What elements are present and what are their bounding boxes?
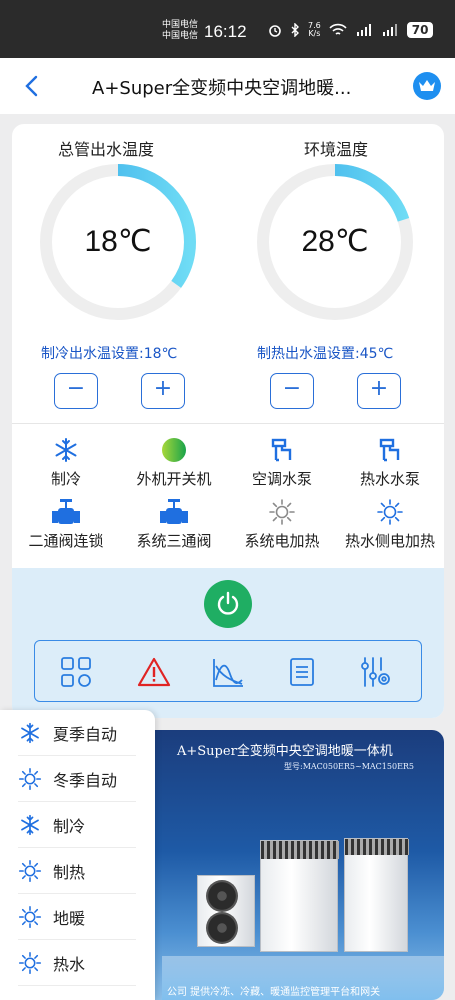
power-icon: [217, 591, 239, 615]
pump-icon: [379, 438, 400, 462]
func-label: 外机开关机: [136, 470, 212, 488]
settings-sliders-icon: [361, 657, 390, 687]
gauge-2-title: 环境温度: [303, 140, 368, 159]
alarm-icon: [269, 25, 281, 37]
mode-option-heating[interactable]: 制热: [18, 848, 136, 894]
func-cooling[interactable]: 制冷: [12, 436, 120, 489]
heating-decrease-button[interactable]: −: [270, 373, 314, 409]
cooling-decrease-button[interactable]: −: [54, 373, 98, 409]
gauge-1-title: 总管出水温度: [57, 140, 154, 159]
valve-icon: [160, 499, 188, 524]
carrier-2: 中国电信: [162, 31, 199, 41]
func-outdoor-power[interactable]: 外机开关机: [120, 436, 228, 489]
page-title: A+Super全变频中央空调地暖...: [92, 78, 352, 99]
net-speed: 7.6 K/s: [308, 22, 321, 38]
battery-indicator: 70: [406, 22, 434, 38]
func-label: 二通阀连锁: [28, 532, 104, 550]
parameter-settings-button[interactable]: [359, 655, 393, 689]
func-label: 热水侧电加热: [344, 532, 435, 550]
mode-dropdown-menu: 夏季自动 冬季自动 制冷 制热 地暖 热水: [0, 710, 155, 1000]
chevron-left-icon: [25, 75, 38, 97]
wifi-icon: [329, 23, 347, 35]
outdoor-unit-medium: [260, 840, 339, 952]
outdoor-unit-small: [197, 875, 255, 947]
cooling-setpoint-label: 制冷出水温设置:18℃: [41, 346, 178, 362]
mode-option-winter-auto[interactable]: 冬季自动: [18, 756, 136, 802]
sun-icon: [377, 499, 403, 525]
device-status-card: 总管出水温度 环境温度 18℃ 28℃ 制冷出水温设置:18℃ 制热出水温设置:…: [12, 124, 444, 718]
banner-footer: 公司 提供冷冻、冷藏、暖通监控管理平台和网关: [167, 987, 381, 998]
alarm-button[interactable]: [137, 655, 171, 689]
mode-option-summer-auto[interactable]: 夏季自动: [18, 710, 136, 756]
func-label: 系统电加热: [244, 532, 320, 550]
snowflake-icon: [21, 814, 39, 835]
sun-icon: [18, 767, 42, 790]
heating-increase-button[interactable]: +: [357, 373, 401, 409]
clock: 16:12: [204, 22, 247, 41]
outdoor-unit-large: [344, 838, 409, 952]
app-header: A+Super全变频中央空调地暖...: [0, 58, 455, 114]
tool-bar: [34, 640, 422, 702]
overview-button[interactable]: [59, 655, 93, 689]
fan-grille: [261, 841, 339, 859]
carrier-names: 中国电信 中国电信: [162, 20, 198, 42]
divider: [12, 423, 444, 424]
green-ball-icon: [162, 438, 186, 462]
power-button[interactable]: [204, 580, 252, 628]
mode-option-label: 热水: [53, 954, 86, 974]
func-label: 空调水泵: [251, 470, 312, 488]
trend-chart-button[interactable]: [211, 655, 245, 689]
list-icon: [290, 658, 314, 686]
func-label: 热水水泵: [359, 470, 420, 488]
gauge-2-value: 28℃: [301, 225, 369, 258]
gauge-1-value: 18℃: [84, 225, 152, 258]
fan-grille: [345, 839, 409, 855]
net-speed-unit: K/s: [308, 29, 321, 38]
func-two-way-valve[interactable]: 二通阀连锁: [12, 498, 120, 551]
mode-option-label: 夏季自动: [53, 724, 118, 744]
vip-button[interactable]: [413, 72, 441, 100]
mode-option-label: 地暖: [53, 908, 86, 928]
heating-setpoint-label: 制热出水温设置:45℃: [257, 346, 394, 362]
func-three-way-valve[interactable]: 系统三通阀: [120, 498, 228, 551]
control-panel: [12, 568, 444, 718]
crown-icon: [419, 80, 435, 91]
bluetooth-icon: [291, 23, 299, 37]
mode-option-label: 制冷: [53, 816, 86, 836]
mode-option-label: 冬季自动: [53, 770, 118, 790]
signal-4g-icon: [382, 24, 397, 36]
func-hot-water-pump[interactable]: 热水水泵: [336, 436, 444, 489]
func-system-heater[interactable]: 系统电加热: [228, 498, 336, 551]
cooling-increase-button[interactable]: +: [141, 373, 185, 409]
carrier-1: 中国电信: [162, 20, 199, 30]
records-button[interactable]: [285, 655, 319, 689]
chart-icon: [213, 659, 243, 687]
back-button[interactable]: [22, 74, 42, 102]
func-label: 制冷: [50, 470, 81, 488]
banner-model: 型号:MAC050ER5~MAC150ER5: [284, 762, 415, 771]
fan-icon: [206, 912, 238, 944]
sun-icon: [269, 499, 295, 525]
pump-icon: [271, 438, 292, 462]
func-label: 系统三通阀: [136, 532, 212, 550]
func-hot-water-heater[interactable]: 热水侧电加热: [336, 498, 444, 551]
mode-option-floor-heating[interactable]: 地暖: [18, 894, 136, 940]
func-ac-pump[interactable]: 空调水泵: [228, 436, 336, 489]
warning-icon: [137, 657, 171, 687]
sun-icon: [18, 905, 42, 928]
mode-option-cooling[interactable]: 制冷: [18, 802, 136, 848]
sun-icon: [18, 951, 42, 974]
fan-icon: [206, 880, 238, 912]
status-bar: 中国电信 中国电信 16:12 7.6 K/s 70: [0, 0, 455, 58]
valve-icon: [52, 499, 80, 524]
status-icons: 7.6 K/s 70: [268, 22, 434, 38]
mode-option-hot-water[interactable]: 热水: [18, 940, 136, 986]
banner-title: A+Super全变频中央空调地暖一体机: [177, 744, 393, 759]
sun-icon: [18, 859, 42, 882]
mode-option-label: 制热: [53, 862, 86, 882]
snowflake-icon: [55, 438, 77, 462]
signal-5g-icon: [356, 24, 371, 36]
snowflake-icon: [21, 722, 39, 743]
grid-icon: [61, 657, 91, 687]
